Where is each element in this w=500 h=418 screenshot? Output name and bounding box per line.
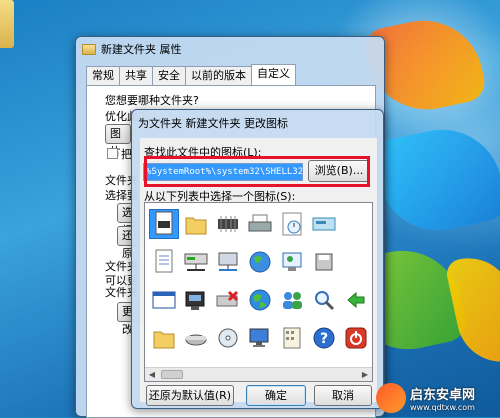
change-icon-dialog: 为文件夹 新建文件夹 更改图标 查找此文件中的图标(L): %SystemRoo… <box>131 109 384 409</box>
network-drive-icon[interactable] <box>181 247 211 277</box>
chip-icon[interactable] <box>213 209 243 239</box>
grid-icon[interactable] <box>277 323 307 353</box>
remote-icon[interactable] <box>277 247 307 277</box>
tab-previous-versions[interactable]: 以前的版本 <box>185 66 252 85</box>
windows-logo-segment <box>370 118 500 242</box>
tab-security[interactable]: 安全 <box>152 66 186 85</box>
icon-file-path-input[interactable]: %SystemRoot%\system32\SHELL32.dll <box>143 163 303 181</box>
tab-sharing[interactable]: 共享 <box>119 66 153 85</box>
svg-text:?: ? <box>320 331 328 347</box>
help-icon[interactable]: ? <box>309 323 339 353</box>
disk-icon[interactable] <box>309 247 339 277</box>
eject-icon[interactable] <box>181 323 211 353</box>
mouse-icon[interactable] <box>181 285 211 315</box>
tab-general[interactable]: 常规 <box>86 66 120 85</box>
delete-icon[interactable] <box>213 285 243 315</box>
title-bar[interactable]: 新建文件夹 属性 <box>76 37 384 61</box>
watermark-url: www.qdtxw.com <box>410 403 475 412</box>
desktop-folder-icon[interactable] <box>0 0 14 48</box>
search-icon[interactable] <box>309 285 339 315</box>
folder-type-select[interactable]: 图片 <box>105 124 131 158</box>
window-icon[interactable] <box>149 285 179 315</box>
scroll-left-icon[interactable]: ◀ <box>145 368 159 381</box>
internet-icon[interactable] <box>245 285 275 315</box>
arrow-icon[interactable] <box>341 285 371 315</box>
tab-customize[interactable]: 自定义 <box>251 64 296 85</box>
tab-strip: 常规 共享 安全 以前的版本 自定义 <box>86 64 296 85</box>
users-icon[interactable] <box>277 285 307 315</box>
dialog-body: 查找此文件中的图标(L): %SystemRoot%\system32\SHEL… <box>140 138 377 406</box>
cd-icon[interactable] <box>213 323 243 353</box>
globe-icon[interactable] <box>245 247 275 277</box>
window-title: 新建文件夹 属性 <box>101 43 182 56</box>
text-icon[interactable] <box>149 247 179 277</box>
scroll-right-icon[interactable]: ▶ <box>358 368 372 381</box>
watermark: 启东安卓网 www.qdtxw.com <box>376 380 500 416</box>
power-icon[interactable] <box>341 323 371 353</box>
document-icon[interactable] <box>149 209 179 239</box>
icon-list[interactable]: ? ◀ ▶ <box>144 202 373 382</box>
dialog-title-bar[interactable]: 为文件夹 新建文件夹 更改图标 <box>132 110 383 136</box>
find-icons-label: 查找此文件中的图标(L): <box>144 146 262 159</box>
ok-button[interactable]: 确定 <box>246 385 306 406</box>
folder-icon[interactable] <box>181 209 211 239</box>
restore-defaults-button[interactable]: 还原为默认值(R) <box>146 385 234 406</box>
folder-icon <box>82 43 96 55</box>
network-icon[interactable] <box>213 247 243 277</box>
folder-open-icon[interactable] <box>149 323 179 353</box>
question-label: 您想要哪种文件夹? <box>105 94 199 107</box>
printer-icon[interactable] <box>245 209 275 239</box>
watermark-brand: 启东安卓网 <box>410 388 476 403</box>
horizontal-scrollbar[interactable]: ◀ ▶ <box>145 367 372 381</box>
apply-subfolders-checkbox[interactable] <box>107 148 118 159</box>
scroll-thumb[interactable] <box>161 370 183 379</box>
drive-icon[interactable] <box>309 209 339 239</box>
watermark-logo-icon <box>376 383 406 413</box>
browse-button[interactable]: 浏览(B)... <box>308 160 370 182</box>
monitor-icon[interactable] <box>245 323 275 353</box>
clock-icon[interactable] <box>277 209 307 239</box>
cancel-button[interactable]: 取消 <box>314 385 372 406</box>
dialog-title: 为文件夹 新建文件夹 更改图标 <box>138 117 288 130</box>
